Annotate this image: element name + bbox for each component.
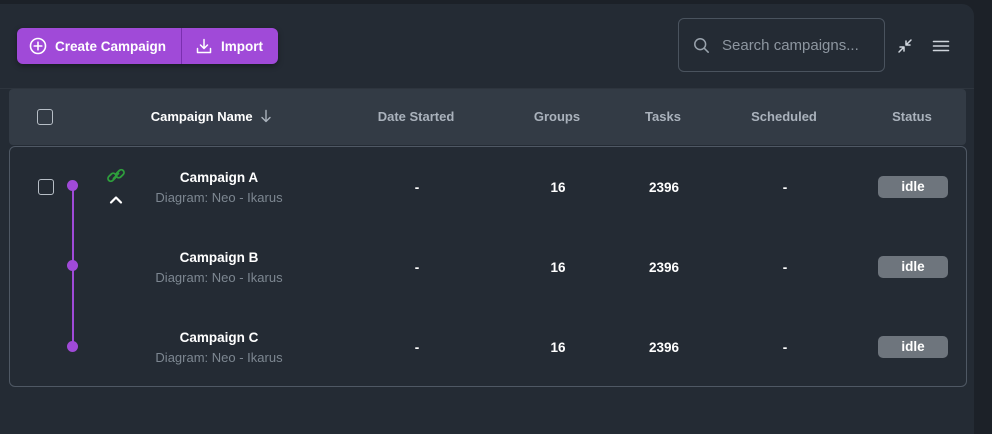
tasks-cell: 2396 — [648, 339, 680, 355]
groups-cell: 16 — [550, 339, 566, 355]
groups-cell: 16 — [550, 259, 566, 275]
search-icon — [694, 37, 709, 53]
campaign-name[interactable]: Campaign B — [180, 250, 259, 265]
date-started-cell: - — [414, 179, 420, 195]
create-campaign-label: Create Campaign — [55, 38, 167, 54]
table-header: Campaign Name Date Started Groups Tasks … — [9, 89, 966, 145]
row-checkbox[interactable] — [38, 179, 54, 195]
column-header-status[interactable]: Status — [875, 89, 949, 145]
chevron-up-icon[interactable] — [108, 194, 124, 206]
campaign-diagram: Diagram: Neo - Ikarus — [155, 349, 283, 365]
column-header-campaign-name[interactable]: Campaign Name — [139, 89, 284, 145]
scheduled-cell: - — [782, 259, 788, 275]
select-all-checkbox[interactable] — [37, 109, 53, 125]
link-icon[interactable] — [106, 166, 126, 186]
scheduled-cell: - — [782, 339, 788, 355]
campaign-name-cell: Campaign A Diagram: Neo - Ikarus — [140, 147, 298, 227]
table-row[interactable]: Campaign C Diagram: Neo - Ikarus - 16 23… — [10, 307, 966, 387]
campaign-diagram: Diagram: Neo - Ikarus — [155, 269, 283, 285]
table-row[interactable]: Campaign A Diagram: Neo - Ikarus - 16 23… — [10, 147, 966, 227]
status-cell: idle — [876, 307, 950, 387]
groups-cell: 16 — [550, 179, 566, 195]
status-badge: idle — [878, 336, 948, 358]
arrow-down-icon — [261, 109, 271, 123]
date-started-cell: - — [414, 339, 420, 355]
date-started-cell: - — [414, 259, 420, 275]
create-campaign-button[interactable]: Create Campaign — [17, 28, 181, 64]
search-box — [678, 18, 885, 72]
column-header-campaign-name-label: Campaign Name — [150, 109, 253, 124]
campaign-diagram: Diagram: Neo - Ikarus — [155, 189, 283, 205]
column-header-date-started[interactable]: Date Started — [356, 89, 476, 145]
status-badge: idle — [878, 176, 948, 198]
menu-icon[interactable] — [932, 38, 950, 54]
column-header-scheduled[interactable]: Scheduled — [739, 89, 829, 145]
tasks-cell: 2396 — [648, 259, 680, 275]
campaign-table-body: Campaign A Diagram: Neo - Ikarus - 16 23… — [9, 146, 967, 387]
column-header-groups[interactable]: Groups — [517, 89, 597, 145]
status-badge: idle — [878, 256, 948, 278]
plus-circle-icon — [29, 37, 47, 55]
scheduled-cell: - — [782, 179, 788, 195]
status-cell: idle — [876, 227, 950, 307]
campaign-name-cell: Campaign B Diagram: Neo - Ikarus — [140, 227, 298, 307]
import-button[interactable]: Import — [181, 28, 278, 64]
toolbar-split-button: Create Campaign Import — [17, 28, 279, 64]
column-header-tasks[interactable]: Tasks — [627, 89, 699, 145]
import-label: Import — [221, 38, 264, 54]
table-row[interactable]: Campaign B Diagram: Neo - Ikarus - 16 23… — [10, 227, 966, 307]
campaign-name-cell: Campaign C Diagram: Neo - Ikarus — [140, 307, 298, 387]
status-cell: idle — [876, 147, 950, 227]
tasks-cell: 2396 — [648, 179, 680, 195]
minimize-icon[interactable] — [896, 37, 914, 55]
campaign-name[interactable]: Campaign A — [180, 170, 258, 185]
search-input[interactable] — [720, 35, 874, 55]
campaign-name[interactable]: Campaign C — [180, 330, 259, 345]
download-icon — [196, 38, 212, 54]
